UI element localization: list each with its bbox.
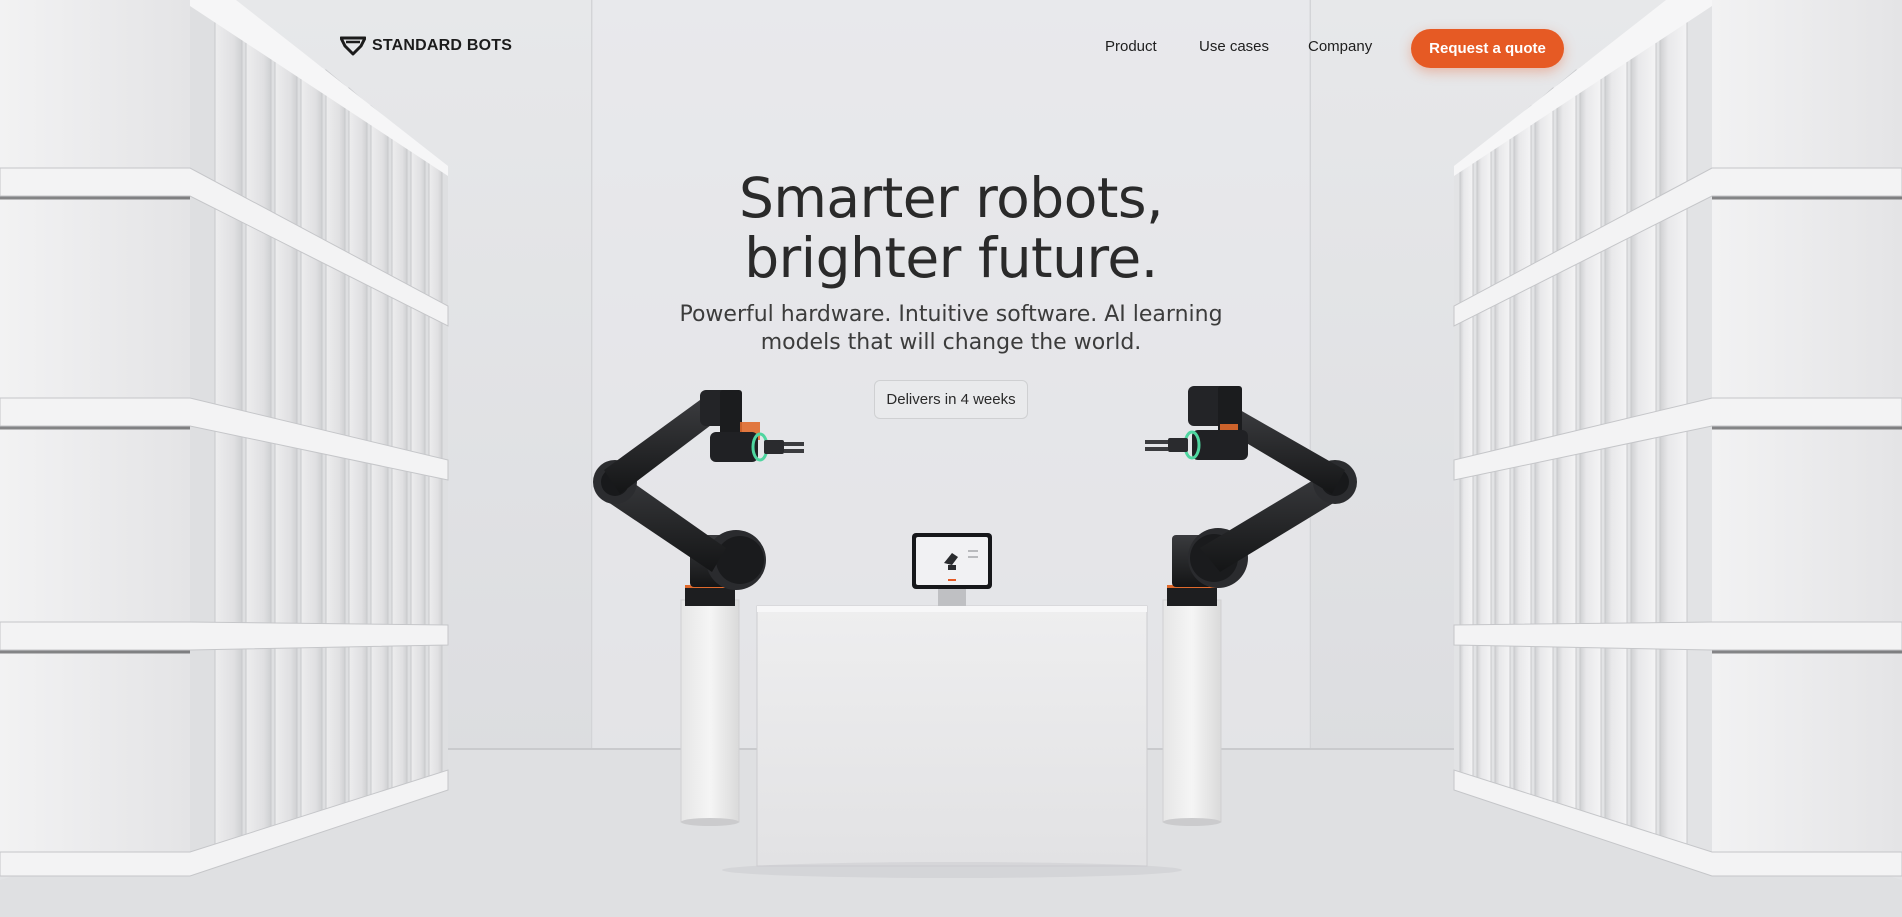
hero-scene-background [0,0,1902,917]
hero-subtitle-line-2: models that will change the world. [760,330,1142,355]
standard-bots-logo-icon [340,36,366,56]
left-storage-rack [0,0,449,877]
nav-link-company[interactable]: Company [1308,38,1372,55]
request-quote-button[interactable]: Request a quote [1411,29,1564,68]
nav-link-product[interactable]: Product [1105,38,1157,55]
central-table [722,605,1182,878]
top-navigation: STANDARD BOTS Product Use cases Company … [0,0,1902,98]
hero-title: Smarter robots, brighter future. [551,168,1351,288]
brand-logo[interactable]: STANDARD BOTS [340,36,512,56]
hero-subtitle-line-1: Powerful hardware. Intuitive software. A… [679,302,1223,327]
brand-name: STANDARD BOTS [372,37,513,54]
delivery-badge: Delivers in 4 weeks [874,380,1028,419]
nav-link-use-cases[interactable]: Use cases [1199,38,1269,55]
hero-subtitle: Powerful hardware. Intuitive software. A… [651,301,1251,357]
hero-title-line-1: Smarter robots, [738,166,1164,230]
right-storage-rack [1453,0,1902,877]
hero-title-line-2: brighter future. [744,226,1158,290]
